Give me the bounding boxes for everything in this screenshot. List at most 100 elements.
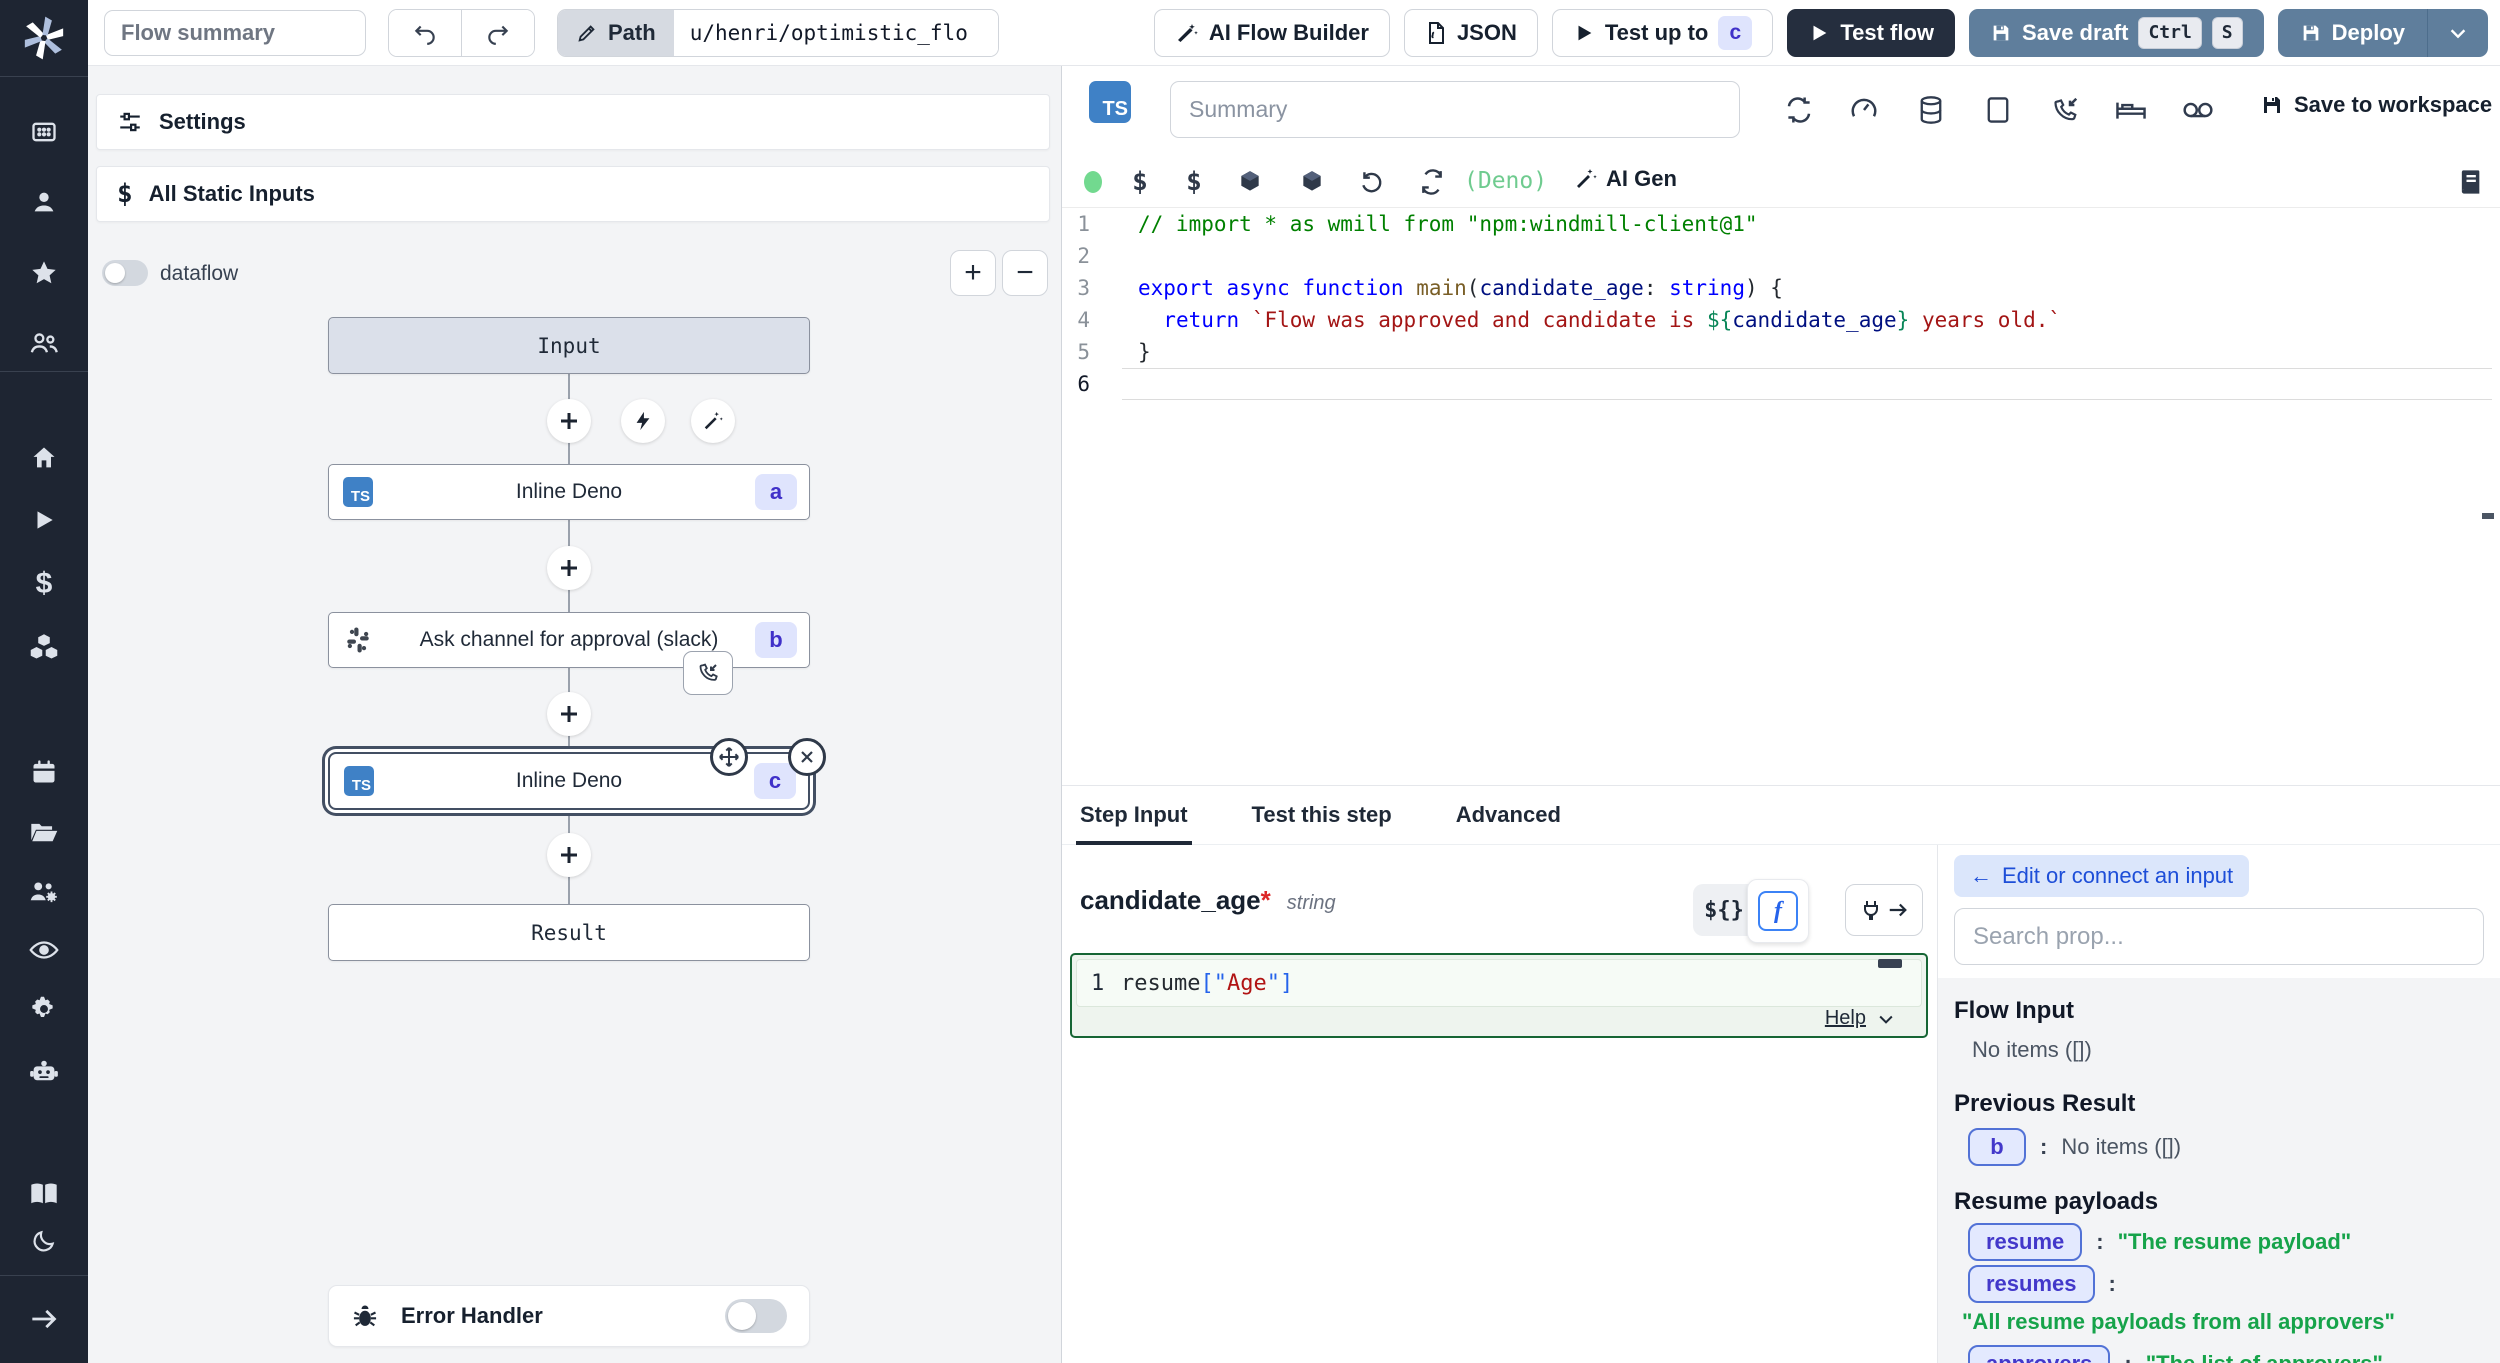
add-step-button[interactable] [547,692,591,736]
dollar-variable-icon[interactable]: $ [1174,162,1214,202]
resources-cubes-icon[interactable] [24,627,64,667]
edit-or-connect-button[interactable]: ← Edit or connect an input [1954,855,2249,897]
refresh-icon[interactable] [1412,162,1452,202]
schedules-calendar-icon[interactable] [24,752,64,792]
expression-mode-option[interactable]: f [1747,879,1809,943]
flow-settings-row[interactable]: Settings [96,94,1050,150]
dollar-icon[interactable]: $ [1120,162,1160,202]
suspend-phone-icon[interactable] [2043,88,2087,132]
template-mode-option[interactable]: ${} [1693,884,1755,936]
docs-book-icon[interactable] [24,1174,64,1214]
suspend-phone-badge[interactable] [683,651,733,695]
code-line[interactable]: 1// import * as wmill from "npm:windmill… [1062,208,2500,240]
retry-icon[interactable] [1777,88,1821,132]
expression-editor[interactable]: 1 resume["Age"] Help [1070,953,1928,1038]
workers-robot-icon[interactable] [24,1051,64,1091]
ai-suggest-button[interactable] [691,399,735,443]
settings-gear-icon[interactable] [24,989,64,1029]
code-line[interactable]: 5} [1062,336,2500,368]
redo-button[interactable] [461,10,534,56]
undo-rotate-icon[interactable] [1352,162,1392,202]
zoom-in-button[interactable]: + [950,250,996,296]
prop-badge-resume[interactable]: resume [1968,1223,2082,1261]
flow-node-b[interactable]: Ask channel for approval (slack) b [328,612,810,668]
zoom-out-button[interactable]: − [1002,250,1048,296]
deploy-button[interactable]: Deploy [2278,9,2427,57]
ai-flow-builder-button[interactable]: AI Flow Builder [1154,9,1390,57]
add-step-button[interactable] [547,833,591,877]
resume-payloads-title: Resume payloads [1954,1188,2158,1216]
flow-node-result[interactable]: Result [328,904,810,961]
prop-badge-approvers[interactable]: approvers [1968,1345,2110,1363]
prop-badge-b[interactable]: b [1968,1128,2026,1166]
colon: : [2124,1351,2131,1363]
sleep-bed-icon[interactable] [2109,88,2153,132]
error-handler-toggle[interactable] [725,1299,787,1333]
test-flow-button[interactable]: Test flow [1787,9,1955,57]
path-value-input[interactable]: u/henri/optimistic_flo [674,10,998,56]
code-editor[interactable]: 1// import * as wmill from "npm:windmill… [1062,208,2500,785]
library-book-icon[interactable] [2450,162,2490,202]
groups-gear-icon[interactable] [24,871,64,911]
app-grid-icon[interactable] [24,112,64,152]
expression-line[interactable]: 1 resume["Age"] [1076,959,1922,1007]
cache-database-icon[interactable] [1909,88,1953,132]
search-prop-input[interactable] [1954,908,2484,965]
test-up-to-button[interactable]: Test up to c [1552,9,1773,57]
code-line[interactable]: 6 [1062,368,2500,400]
step-summary-input[interactable] [1170,81,1740,138]
add-step-button[interactable] [547,399,591,443]
plug-icon [1859,898,1883,922]
json-button[interactable]: JSON [1404,9,1538,57]
runs-play-icon[interactable] [24,500,64,540]
connect-input-button[interactable] [1845,884,1923,936]
delete-node-button[interactable] [788,738,826,776]
home-icon[interactable] [24,438,64,478]
save-to-workspace-button[interactable]: Save to workspace [2260,92,2492,118]
windmill-logo[interactable] [0,0,88,77]
star-icon[interactable] [24,253,64,293]
dark-mode-moon-icon[interactable] [24,1221,64,1261]
prop-badge-resumes[interactable]: resumes [1968,1265,2095,1303]
error-handler-card[interactable]: Error Handler [328,1285,810,1347]
colon: : [2096,1229,2103,1255]
package-filled-icon[interactable] [1292,162,1332,202]
tab-step-input[interactable]: Step Input [1080,786,1188,844]
json-label: JSON [1457,20,1517,46]
code-line[interactable]: 4 return `Flow was approved and candidat… [1062,304,2500,336]
tab-test-this-step[interactable]: Test this step [1252,786,1392,844]
flow-node-c-selected[interactable]: TS Inline Deno c [328,752,810,810]
undo-button[interactable] [389,10,461,56]
audit-eye-icon[interactable] [24,930,64,970]
package-icon[interactable] [1230,162,1270,202]
variables-dollar-icon[interactable]: $ [24,564,64,604]
timeout-gauge-icon[interactable] [1842,88,1886,132]
wand-icon [1574,167,1598,191]
folders-icon[interactable] [24,812,64,852]
save-draft-button[interactable]: Save draft Ctrl S [1969,9,2264,57]
deploy-more-button[interactable] [2427,9,2488,57]
all-static-inputs-row[interactable]: $ All Static Inputs [96,166,1050,222]
help-toggle[interactable]: Help [1825,1007,1896,1030]
flow-summary-input[interactable] [104,10,366,56]
dataflow-toggle[interactable] [102,260,148,286]
expr-scrollbar[interactable] [1878,959,1902,968]
code-line[interactable]: 3export async function main(candidate_ag… [1062,272,2500,304]
expand-arrow-icon[interactable] [24,1299,64,1339]
flow-node-a[interactable]: TS Inline Deno a [328,464,810,520]
path-button[interactable]: Path [558,10,674,56]
language-label[interactable]: (Deno) [1464,168,1547,194]
users-icon[interactable] [24,323,64,363]
ai-gen-button[interactable]: AI Gen [1574,166,1677,192]
play-icon [1808,22,1830,44]
add-step-button[interactable] [547,546,591,590]
mock-tape-icon[interactable] [2176,88,2220,132]
tab-advanced[interactable]: Advanced [1456,786,1561,844]
user-icon[interactable] [24,182,64,222]
trigger-bolt-button[interactable] [621,399,665,443]
concurrency-square-icon[interactable] [1976,88,2020,132]
flow-node-input[interactable]: Input [328,317,810,374]
move-node-handle[interactable] [710,738,748,776]
code-line[interactable]: 2 [1062,240,2500,272]
required-mark: * [1261,885,1271,916]
